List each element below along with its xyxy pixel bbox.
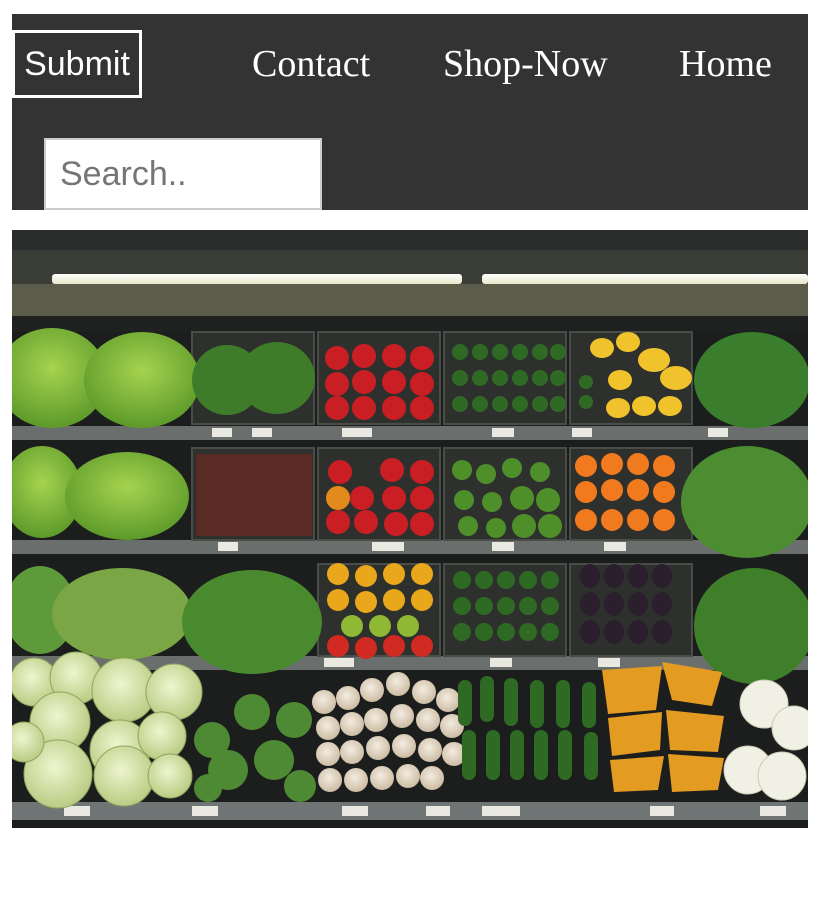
- search-input[interactable]: [44, 138, 322, 210]
- produce-shelves-illustration: [12, 230, 808, 820]
- hero-image-produce: [12, 230, 808, 828]
- lettuce-left: [12, 328, 200, 428]
- submit-button[interactable]: Submit: [12, 30, 142, 98]
- nav-link-home[interactable]: Home: [679, 42, 772, 86]
- nav-link-contact[interactable]: Contact: [252, 42, 370, 86]
- top-navbar: Submit Contact Shop-Now Home: [12, 14, 808, 210]
- nav-link-shop-now[interactable]: Shop-Now: [443, 42, 608, 86]
